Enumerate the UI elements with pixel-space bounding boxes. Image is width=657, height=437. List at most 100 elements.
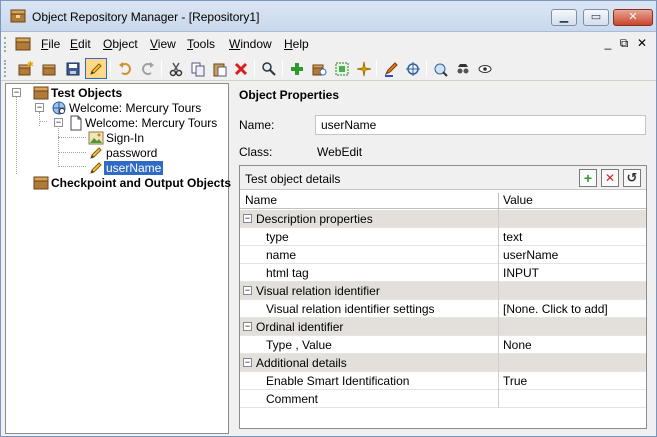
column-separator xyxy=(498,246,499,264)
column-separator[interactable] xyxy=(498,193,499,211)
property-row[interactable]: name userName xyxy=(240,246,646,264)
add-property-button[interactable]: + xyxy=(579,169,597,187)
mdi-minimize-button[interactable]: _ xyxy=(601,36,615,50)
paste-button[interactable] xyxy=(209,58,231,79)
title-bar[interactable]: Object Repository Manager - [Repository1… xyxy=(1,1,656,32)
undo-button[interactable] xyxy=(114,58,136,79)
property-row[interactable]: Comment xyxy=(240,390,646,408)
add-icon xyxy=(291,62,303,75)
property-name: name xyxy=(266,248,297,262)
property-value[interactable]: None xyxy=(503,338,532,352)
tree-node-checkpoint-objects[interactable]: Checkpoint and Output Objects xyxy=(33,175,233,190)
column-separator xyxy=(498,336,499,354)
property-value[interactable]: userName xyxy=(503,248,558,262)
property-name: Visual relation identifier settings xyxy=(266,302,435,316)
window-title: Object Repository Manager - [Repository1… xyxy=(32,10,260,24)
toolbar-grip[interactable] xyxy=(4,60,7,77)
property-category-row[interactable]: − Description properties xyxy=(240,210,646,228)
new-repository-icon: ✱ xyxy=(18,61,33,75)
toolbar-separator xyxy=(161,60,162,77)
open-button[interactable] xyxy=(38,58,60,79)
property-name: Comment xyxy=(266,392,319,406)
add-objects-button[interactable] xyxy=(286,58,308,79)
object-tree[interactable]: − Test Objects − Welcome: Mercury Tours … xyxy=(5,83,231,434)
paste-icon xyxy=(213,63,227,76)
define-new-test-object-button[interactable] xyxy=(331,58,353,79)
tree-connector xyxy=(58,166,86,167)
object-properties-panel: Object Properties Name: Class: WebEdit T… xyxy=(232,83,653,434)
mdi-close-button[interactable]: ✕ xyxy=(635,36,649,50)
find-button[interactable] xyxy=(258,58,280,79)
tree-node-page[interactable]: Welcome: Mercury Tours xyxy=(69,115,219,130)
spy-button[interactable] xyxy=(452,58,474,79)
menu-window[interactable]: Window xyxy=(229,37,272,51)
property-row[interactable]: Visual relation identifier settings [None… xyxy=(240,300,646,318)
property-row[interactable]: Type , Value None xyxy=(240,336,646,354)
property-value[interactable]: INPUT xyxy=(503,266,539,280)
property-row[interactable]: html tag INPUT xyxy=(240,264,646,282)
collapse-icon[interactable]: − xyxy=(243,358,252,367)
property-category-row[interactable]: − Visual relation identifier xyxy=(240,282,646,300)
menu-object[interactable]: Object xyxy=(103,37,138,51)
tree-connector xyxy=(58,137,86,138)
maximize-button[interactable]: ▭ xyxy=(583,9,609,26)
tree-node-username[interactable]: userName xyxy=(88,160,164,175)
column-separator xyxy=(498,354,499,372)
repository-icon xyxy=(33,176,49,189)
update-from-application-button[interactable] xyxy=(308,58,330,79)
property-value[interactable]: True xyxy=(503,374,527,388)
property-category-row[interactable]: − Ordinal identifier xyxy=(240,318,646,336)
save-button[interactable] xyxy=(62,58,84,79)
menu-tools[interactable]: Tools xyxy=(187,37,215,51)
property-value[interactable]: text xyxy=(503,230,522,244)
eye-icon xyxy=(478,64,492,73)
collapse-icon[interactable]: − xyxy=(243,286,252,295)
image-icon xyxy=(88,131,104,144)
close-button[interactable]: ✕ xyxy=(613,9,653,26)
new-repository-button[interactable]: ✱ xyxy=(14,58,36,79)
remove-property-button[interactable]: ✕ xyxy=(601,169,619,187)
column-separator xyxy=(498,264,499,282)
column-separator xyxy=(498,318,499,336)
menu-edit[interactable]: Edit xyxy=(70,37,91,51)
reset-property-button[interactable]: ↺ xyxy=(623,169,641,187)
tree-connector xyxy=(39,121,47,122)
tree-expander[interactable]: − xyxy=(54,118,63,127)
collapse-icon[interactable]: − xyxy=(243,214,252,223)
redo-button[interactable] xyxy=(137,58,159,79)
menu-help[interactable]: Help xyxy=(284,37,309,51)
tree-node-test-objects[interactable]: Test Objects xyxy=(33,85,124,100)
highlight-in-application-button[interactable] xyxy=(380,58,402,79)
view-object-button[interactable] xyxy=(474,58,496,79)
tree-node-password[interactable]: password xyxy=(88,145,159,160)
property-row[interactable]: type text xyxy=(240,228,646,246)
property-category-row[interactable]: − Additional details xyxy=(240,354,646,372)
object-spy-button[interactable] xyxy=(402,58,424,79)
collapse-icon[interactable]: − xyxy=(243,322,252,331)
menu-bar: File Edit Object View Tools Window Help … xyxy=(1,33,656,55)
tree-expander[interactable]: − xyxy=(35,103,44,112)
tree-expander[interactable]: − xyxy=(12,88,21,97)
cut-icon xyxy=(169,62,183,76)
delete-button[interactable] xyxy=(230,58,252,79)
property-value[interactable]: [None. Click to add] xyxy=(503,302,608,316)
tree-node-sign-in[interactable]: Sign-In xyxy=(88,130,146,145)
property-row[interactable]: Enable Smart Identification True xyxy=(240,372,646,390)
toolbar-separator xyxy=(282,60,283,77)
name-field[interactable] xyxy=(315,115,646,135)
tree-node-browser[interactable]: Welcome: Mercury Tours xyxy=(51,100,203,115)
copy-icon xyxy=(191,62,205,76)
copy-button[interactable] xyxy=(187,58,209,79)
menu-view[interactable]: View xyxy=(150,37,176,51)
mdi-restore-button[interactable]: ⧉ xyxy=(617,36,631,51)
locate-in-repository-button[interactable] xyxy=(430,58,452,79)
add-insight-object-button[interactable] xyxy=(353,58,375,79)
cut-button[interactable] xyxy=(165,58,187,79)
repository-menu-icon[interactable] xyxy=(15,37,31,51)
highlight-object-button[interactable] xyxy=(85,58,107,79)
delete-icon xyxy=(234,62,248,75)
minimize-button[interactable]: ▁ xyxy=(551,9,577,26)
menu-file[interactable]: File xyxy=(41,37,60,51)
property-name: html tag xyxy=(266,266,309,280)
menubar-grip[interactable] xyxy=(4,37,7,52)
